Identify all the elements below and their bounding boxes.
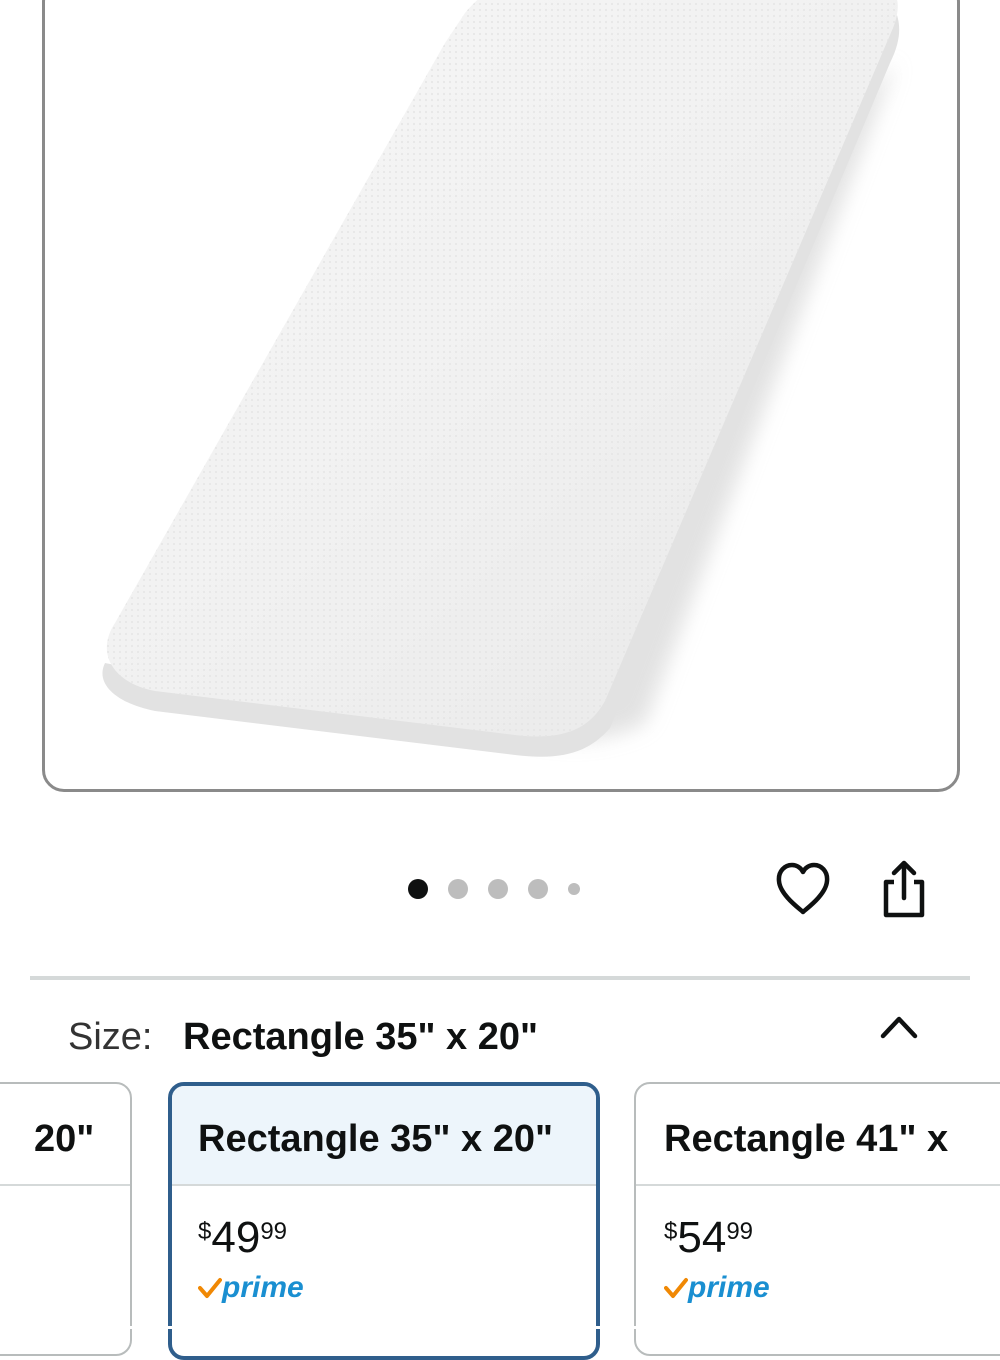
product-image[interactable] bbox=[45, 0, 957, 789]
size-option-title: Rectangle 41" x bbox=[636, 1084, 1000, 1186]
size-option-card[interactable]: 20" bbox=[0, 1082, 132, 1356]
price: $ 49 99 bbox=[198, 1216, 596, 1260]
price-whole: 49 bbox=[211, 1213, 261, 1262]
section-divider bbox=[30, 976, 970, 980]
carousel-dot-1[interactable] bbox=[408, 879, 428, 899]
carousel-dot-2[interactable] bbox=[448, 879, 468, 899]
check-icon bbox=[664, 1278, 688, 1298]
prime-text: prime bbox=[222, 1271, 304, 1304]
carousel-dot-4[interactable] bbox=[528, 879, 548, 899]
check-icon bbox=[198, 1278, 222, 1298]
carousel-dot-3[interactable] bbox=[488, 879, 508, 899]
heart-icon[interactable] bbox=[774, 860, 832, 918]
size-selector-header: Size: Rectangle 35" x 20" bbox=[68, 1016, 538, 1059]
size-option-card[interactable]: Rectangle 41" x $ 54 99 prime bbox=[634, 1082, 1000, 1356]
size-option-title: Rectangle 35" x 20" bbox=[172, 1086, 596, 1186]
prime-badge: prime bbox=[198, 1270, 596, 1306]
prime-badge: prime bbox=[664, 1270, 1000, 1306]
chevron-up-icon[interactable] bbox=[878, 1010, 920, 1044]
prime-text: prime bbox=[688, 1271, 770, 1304]
price-fraction: 99 bbox=[260, 1218, 288, 1245]
size-option-card-selected[interactable]: Rectangle 35" x 20" $ 49 99 prime bbox=[168, 1082, 600, 1360]
carousel-dot-5[interactable] bbox=[568, 883, 580, 895]
product-image-frame[interactable] bbox=[42, 0, 960, 792]
selected-size-value: Rectangle 35" x 20" bbox=[183, 1016, 539, 1058]
price: $ 54 99 bbox=[664, 1216, 1000, 1260]
size-option-title: 20" bbox=[0, 1084, 130, 1186]
price-currency: $ bbox=[664, 1218, 678, 1245]
share-icon[interactable] bbox=[876, 858, 932, 920]
size-label: Size: bbox=[68, 1016, 153, 1058]
carousel-indicator[interactable] bbox=[408, 878, 580, 900]
price-fraction: 99 bbox=[726, 1218, 754, 1245]
price-currency: $ bbox=[198, 1218, 212, 1245]
price-whole: 54 bbox=[677, 1213, 727, 1262]
